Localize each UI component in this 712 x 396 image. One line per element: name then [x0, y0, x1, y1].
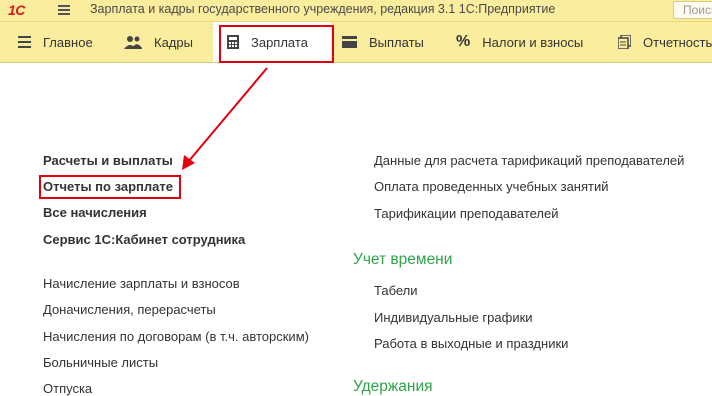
search-input[interactable]: Поиск [673, 1, 712, 19]
link-sick-leaves[interactable]: Больничные листы [43, 355, 158, 370]
tab-taxes[interactable]: % Налоги и взносы [456, 22, 583, 62]
tab-label: Главное [43, 34, 93, 50]
group-title-time-tracking: Учет времени [353, 251, 453, 268]
link-individual-schedules[interactable]: Индивидуальные графики [374, 310, 533, 325]
link-tariff-data[interactable]: Данные для расчета тарификаций преподава… [374, 153, 684, 168]
link-payroll-and-contributions[interactable]: Начисление зарплаты и взносов [43, 276, 240, 291]
link-calculations-and-payments[interactable]: Расчеты и выплаты [43, 153, 173, 168]
link-employee-cabinet-service[interactable]: Сервис 1С:Кабинет сотрудника [43, 232, 245, 247]
tab-highlight-box [219, 25, 334, 63]
window-title: Зарплата и кадры государственного учрежд… [90, 2, 556, 16]
title-bar: 1С Зарплата и кадры государственного учр… [0, 0, 712, 22]
tab-personnel[interactable]: Кадры [124, 22, 193, 62]
link-teacher-tariffs[interactable]: Тарификации преподавателей [374, 206, 559, 221]
documents-icon [618, 35, 631, 49]
link-contract-accruals[interactable]: Начисления по договорам (в т.ч. авторски… [43, 329, 309, 344]
wallet-icon [342, 36, 357, 48]
report-link-highlight-box [39, 175, 181, 199]
percent-icon: % [456, 33, 471, 50]
main-menu-icon[interactable] [58, 5, 70, 15]
link-lessons-payment[interactable]: Оплата проведенных учебных занятий [374, 179, 609, 194]
link-weekend-work[interactable]: Работа в выходные и праздники [374, 336, 568, 351]
link-all-accruals[interactable]: Все начисления [43, 205, 147, 220]
search-placeholder: Поиск [683, 3, 712, 17]
group-title-deductions: Удержания [353, 378, 433, 395]
people-icon [124, 35, 142, 49]
sections-panel: Главное Кадры Зарплата Выплаты % Налоги … [0, 22, 712, 63]
link-timesheets[interactable]: Табели [374, 283, 418, 298]
tab-label: Кадры [154, 34, 193, 50]
tab-label: Отчетность [643, 34, 712, 50]
tab-payments[interactable]: Выплаты [342, 22, 424, 62]
tab-label: Выплаты [369, 34, 424, 50]
link-vacations[interactable]: Отпуска [43, 381, 92, 396]
tab-main[interactable]: Главное [18, 22, 93, 62]
tab-reporting[interactable]: Отчетность [618, 22, 712, 62]
list-icon [18, 36, 31, 48]
link-additional-accruals[interactable]: Доначисления, перерасчеты [43, 302, 216, 317]
tab-label: Налоги и взносы [482, 34, 584, 50]
app-logo[interactable]: 1С [8, 2, 25, 18]
